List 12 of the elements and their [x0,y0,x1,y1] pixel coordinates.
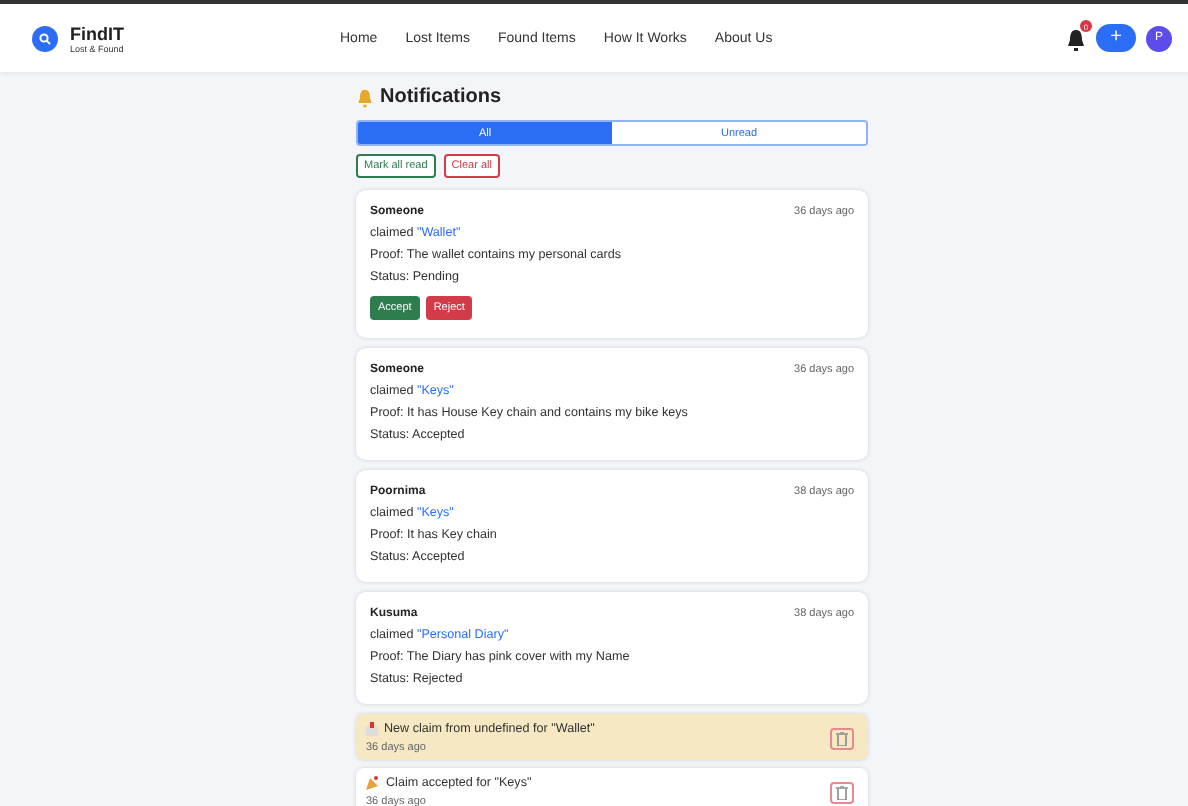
envelope-icon [366,722,378,736]
party-popper-icon [366,776,380,790]
trash-icon [836,731,848,745]
logo-icon [32,25,58,51]
brand-name: FindIT [70,23,124,43]
add-button[interactable]: + [1096,24,1136,52]
trash-icon [836,785,848,799]
delete-button[interactable] [830,781,854,803]
bell-icon [356,87,374,107]
page-title: Notifications [380,86,502,108]
delete-button[interactable] [830,727,854,749]
bell-icon[interactable] [1066,28,1086,52]
